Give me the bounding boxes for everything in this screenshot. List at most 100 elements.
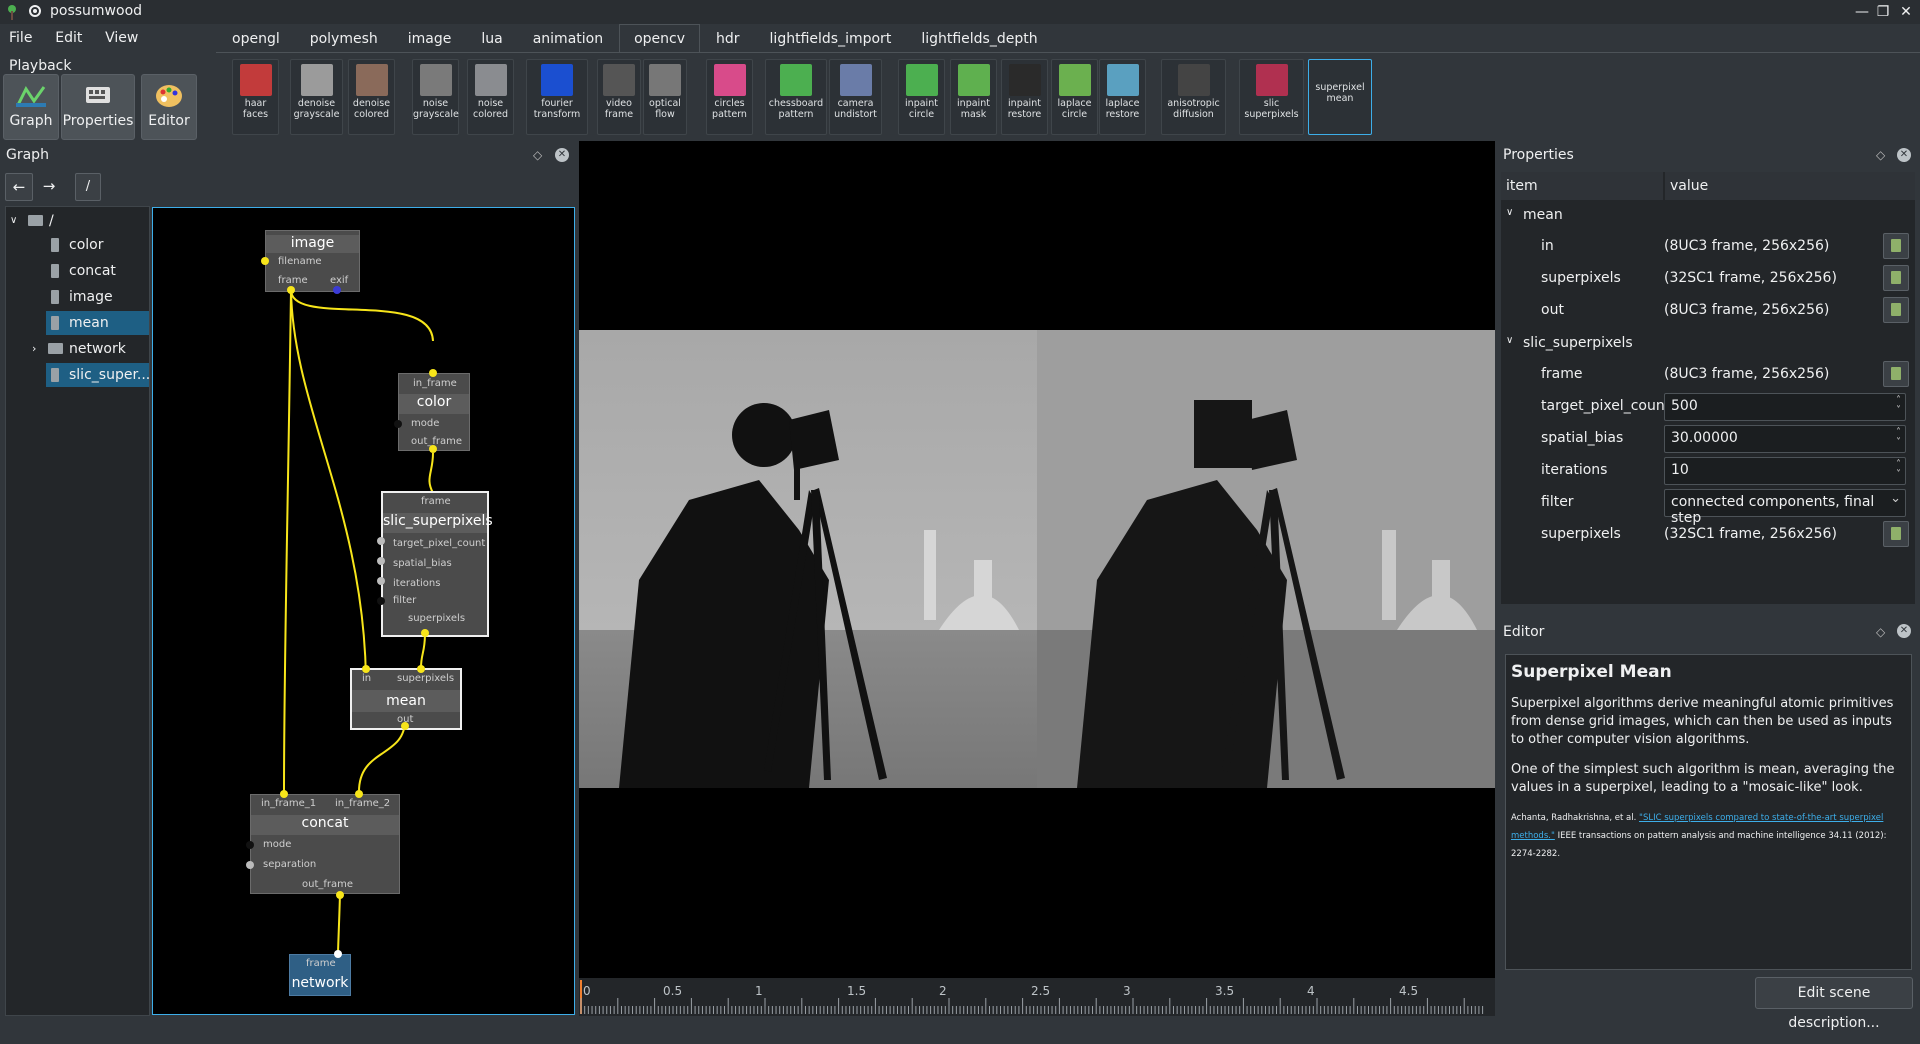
tool-camera-undistort[interactable]: camera undistort: [829, 59, 882, 135]
spin-arrows-icon[interactable]: ˄ ˅: [1896, 396, 1901, 416]
graph-mode-button[interactable]: Graph: [3, 74, 59, 140]
forward-button[interactable]: →: [36, 173, 62, 199]
port-dot[interactable]: [429, 369, 437, 377]
menu-view[interactable]: View: [96, 24, 147, 52]
tool-video-frame[interactable]: video frame: [597, 59, 641, 135]
port-dot[interactable]: [401, 722, 409, 730]
tree-item-slic-superpixels[interactable]: slic_super...: [46, 363, 150, 387]
filter-dropdown[interactable]: connected components, final step ⌄: [1664, 489, 1906, 526]
spin-arrows-icon[interactable]: ˄ ˅: [1896, 460, 1901, 480]
tool-chessboard-pattern[interactable]: chessboard pattern: [765, 59, 827, 135]
editor-close-icon[interactable]: ✕: [1897, 624, 1911, 638]
tool-optical-flow[interactable]: optical flow: [643, 59, 687, 135]
view-frame-button[interactable]: [1883, 521, 1909, 547]
spin-arrows-icon[interactable]: ˄ ˅: [1896, 428, 1901, 448]
properties-mode-button[interactable]: Properties: [61, 74, 135, 140]
tab-animation[interactable]: animation: [519, 25, 617, 53]
property-row-filter[interactable]: filter connected components, final step ⌄: [1501, 486, 1915, 526]
tool-fourier-transform[interactable]: fourier transform: [526, 59, 588, 135]
property-row-spatial-bias[interactable]: spatial_bias 30.00000 ˄ ˅: [1501, 422, 1915, 454]
editor-mode-button[interactable]: Editor: [141, 74, 197, 140]
view-frame-button[interactable]: [1883, 361, 1909, 387]
tab-hdr[interactable]: hdr: [702, 25, 754, 53]
node-network[interactable]: frame network: [289, 954, 351, 996]
port-dot[interactable]: [429, 445, 437, 453]
port-dot[interactable]: [334, 950, 342, 958]
port-dot[interactable]: [246, 841, 254, 849]
tab-opencv[interactable]: opencv: [619, 24, 701, 53]
menu-edit[interactable]: Edit: [46, 24, 91, 52]
minimize-icon[interactable]: —: [1852, 2, 1872, 22]
port-dot[interactable]: [280, 790, 288, 798]
property-spinbox[interactable]: 10 ˄ ˅: [1664, 457, 1906, 485]
graph-canvas[interactable]: image filename frame exif in_frame color…: [152, 207, 575, 1015]
property-spinbox[interactable]: 30.00000 ˄ ˅: [1664, 425, 1906, 453]
node-mean[interactable]: in superpixels mean out: [350, 668, 462, 730]
tab-lua[interactable]: lua: [467, 25, 516, 53]
port-dot[interactable]: [377, 577, 385, 585]
port-dot[interactable]: [394, 420, 402, 428]
tool-haar-faces[interactable]: haar faces: [232, 59, 279, 135]
graph-close-icon[interactable]: ✕: [555, 148, 569, 162]
menu-file[interactable]: File: [0, 24, 41, 52]
port-dot[interactable]: [333, 286, 341, 294]
tool-superpixel-mean[interactable]: superpixel mean: [1308, 59, 1372, 135]
view-frame-button[interactable]: [1883, 265, 1909, 291]
tool-noise-grayscale[interactable]: noise grayscale: [412, 59, 459, 135]
tree-item-image[interactable]: image: [6, 285, 149, 309]
node-concat[interactable]: in_frame_1 in_frame_2 concat mode separa…: [250, 794, 400, 894]
tree-item-root[interactable]: ∨ /: [6, 209, 149, 233]
tab-image[interactable]: image: [394, 25, 466, 53]
property-row-mean[interactable]: ∨ mean: [1501, 202, 1915, 230]
tool-inpaint-mask[interactable]: inpaint mask: [950, 59, 997, 135]
port-dot[interactable]: [261, 257, 269, 265]
port-dot[interactable]: [246, 861, 254, 869]
tool-circles-pattern[interactable]: circles pattern: [706, 59, 753, 135]
column-header-value[interactable]: value: [1665, 172, 1915, 200]
port-dot[interactable]: [377, 537, 385, 545]
maximize-icon[interactable]: ❐: [1873, 2, 1893, 22]
properties-close-icon[interactable]: ✕: [1897, 148, 1911, 162]
port-dot[interactable]: [362, 665, 370, 673]
port-dot[interactable]: [336, 891, 344, 899]
tool-inpaint-circle[interactable]: inpaint circle: [898, 59, 945, 135]
view-frame-button[interactable]: [1883, 233, 1909, 259]
property-spinbox[interactable]: 500 ˄ ˅: [1664, 393, 1906, 421]
property-row-iterations[interactable]: iterations 10 ˄ ˅: [1501, 454, 1915, 486]
property-row-superpixels[interactable]: superpixels (32SC1 frame, 256x256): [1501, 262, 1915, 294]
chevron-right-icon[interactable]: ›: [32, 337, 36, 361]
tab-polymesh[interactable]: polymesh: [296, 25, 392, 53]
tool-slic-superpixels[interactable]: slic superpixels: [1239, 59, 1304, 135]
tool-denoise-grayscale[interactable]: denoise grayscale: [290, 59, 343, 135]
node-slic-superpixels[interactable]: frame slic_superpixels target_pixel_coun…: [381, 491, 493, 597]
property-row-in[interactable]: in (8UC3 frame, 256x256): [1501, 230, 1915, 262]
tree-item-mean[interactable]: mean: [46, 311, 149, 335]
edit-scene-description-button[interactable]: Edit scene description...: [1755, 977, 1913, 1031]
timeline[interactable]: 0 0.5 1 1.5 2 2.5 3 3.5 4 4.5: [579, 978, 1495, 1016]
node-color[interactable]: in_frame color mode out_frame: [398, 373, 470, 451]
column-header-item[interactable]: item: [1501, 172, 1663, 200]
port-dot[interactable]: [421, 629, 429, 637]
port-dot[interactable]: [377, 557, 385, 565]
property-row-frame[interactable]: frame (8UC3 frame, 256x256): [1501, 358, 1915, 390]
tab-lightfields-depth[interactable]: lightfields_depth: [907, 25, 1051, 53]
tool-noise-colored[interactable]: noise colored: [467, 59, 514, 135]
tool-denoise-colored[interactable]: denoise colored: [348, 59, 395, 135]
chevron-down-icon[interactable]: ∨: [10, 209, 17, 233]
property-row-out[interactable]: out (8UC3 frame, 256x256): [1501, 294, 1915, 326]
float-icon[interactable]: ◇: [1876, 148, 1885, 162]
property-row-superpixels[interactable]: superpixels (32SC1 frame, 256x256): [1501, 518, 1915, 550]
tool-anisotropic-diffusion[interactable]: anisotropic diffusion: [1161, 59, 1226, 135]
settings-icon[interactable]: [28, 4, 42, 18]
tree-item-network[interactable]: › network: [6, 337, 149, 361]
editor-text-area[interactable]: Superpixel Mean Superpixel algorithms de…: [1505, 654, 1912, 970]
image-viewport[interactable]: [579, 141, 1495, 1016]
port-dot[interactable]: [287, 286, 295, 294]
tool-inpaint-restore[interactable]: inpaint restore: [1001, 59, 1048, 135]
float-icon[interactable]: ◇: [533, 148, 542, 162]
chevron-down-icon[interactable]: ∨: [1506, 335, 1513, 346]
back-button[interactable]: ←: [5, 173, 33, 201]
tool-laplace-circle[interactable]: laplace circle: [1051, 59, 1098, 135]
property-row-target-pixel-count[interactable]: target_pixel_count 500 ˄ ˅: [1501, 390, 1915, 422]
tab-opengl[interactable]: opengl: [218, 25, 294, 53]
